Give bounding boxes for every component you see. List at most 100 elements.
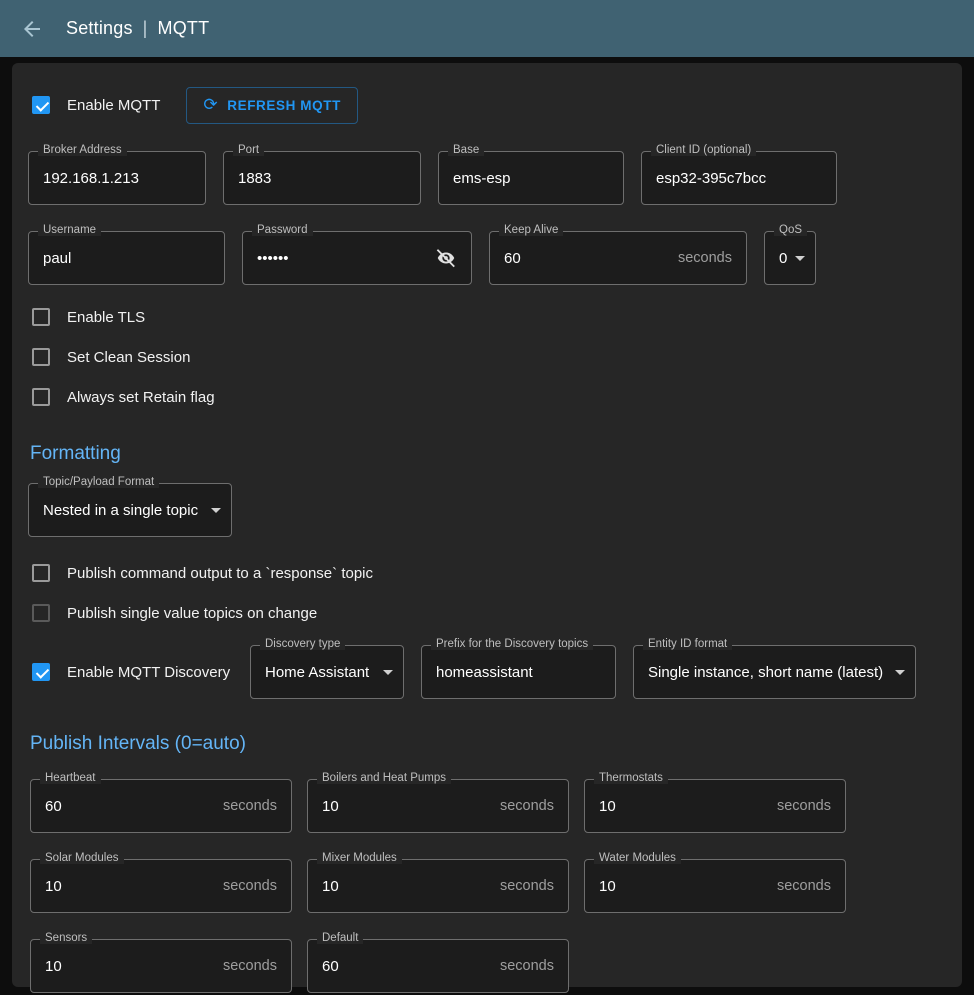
interval-water-value: 10 <box>599 878 616 895</box>
keep-alive-value: 60 <box>504 250 521 267</box>
checkbox-unchecked-icon[interactable] <box>32 604 50 622</box>
retain-flag-label: Always set Retain flag <box>67 389 215 406</box>
chevron-down-icon <box>383 670 393 675</box>
arrow-left-icon <box>20 17 44 41</box>
discovery-type-select[interactable]: Discovery type Home Assistant <box>250 645 404 699</box>
checkbox-unchecked-icon[interactable] <box>32 388 50 406</box>
seconds-suffix: seconds <box>767 798 831 814</box>
discovery-prefix-value: homeassistant <box>436 664 533 681</box>
username-field[interactable]: Username paul <box>28 231 225 285</box>
enable-mqtt-discovery-label: Enable MQTT Discovery <box>67 664 230 681</box>
publish-single-value-label: Publish single value topics on change <box>67 605 317 622</box>
discovery-fields: Discovery type Home Assistant Prefix for… <box>250 645 916 699</box>
client-id-field[interactable]: Client ID (optional) esp32-395c7bcc <box>641 151 837 205</box>
qos-value: 0 <box>779 250 787 267</box>
interval-water-field[interactable]: Water Modules 10 seconds <box>584 859 846 913</box>
checkbox-unchecked-icon[interactable] <box>32 348 50 366</box>
interval-solar-field[interactable]: Solar Modules 10 seconds <box>30 859 292 913</box>
chevron-down-icon <box>211 508 221 513</box>
base-value: ems-esp <box>453 170 511 187</box>
formatting-heading: Formatting <box>28 443 946 465</box>
topic-payload-format-label: Topic/Payload Format <box>38 476 159 488</box>
interval-thermostats-field[interactable]: Thermostats 10 seconds <box>584 779 846 833</box>
base-label: Base <box>448 144 484 156</box>
interval-default-value: 60 <box>322 958 339 975</box>
interval-solar-value: 10 <box>45 878 62 895</box>
username-label: Username <box>38 224 101 236</box>
broker-address-value: 192.168.1.213 <box>43 170 139 187</box>
interval-sensors-field[interactable]: Sensors 10 seconds <box>30 939 292 993</box>
publish-single-value-checkbox[interactable]: Publish single value topics on change <box>28 593 946 633</box>
seconds-suffix: seconds <box>213 878 277 894</box>
checkbox-unchecked-icon[interactable] <box>32 564 50 582</box>
interval-sensors-label: Sensors <box>40 932 92 944</box>
topic-format-row: Topic/Payload Format Nested in a single … <box>28 483 946 537</box>
interval-heartbeat-field[interactable]: Heartbeat 60 seconds <box>30 779 292 833</box>
back-button[interactable] <box>18 15 46 43</box>
publish-response-label: Publish command output to a `response` t… <box>67 565 373 582</box>
breadcrumb: Settings | MQTT <box>66 18 209 39</box>
discovery-row: Enable MQTT Discovery Discovery type Hom… <box>28 645 946 699</box>
checkbox-unchecked-icon[interactable] <box>32 308 50 326</box>
publish-intervals-heading: Publish Intervals (0=auto) <box>28 733 946 755</box>
keep-alive-label: Keep Alive <box>499 224 563 236</box>
interval-boilers-value: 10 <box>322 798 339 815</box>
page-title: MQTT <box>158 18 210 39</box>
publish-intervals-grid: Heartbeat 60 seconds Boilers and Heat Pu… <box>28 779 946 993</box>
enable-mqtt-checkbox[interactable]: Enable MQTT <box>28 85 160 125</box>
chevron-down-icon <box>795 256 805 261</box>
checkbox-checked-icon[interactable] <box>32 663 50 681</box>
port-value: 1883 <box>238 170 271 187</box>
broker-address-label: Broker Address <box>38 144 127 156</box>
seconds-suffix: seconds <box>490 958 554 974</box>
qos-select[interactable]: QoS 0 <box>764 231 816 285</box>
enable-mqtt-discovery-checkbox[interactable]: Enable MQTT Discovery <box>28 652 250 692</box>
discovery-prefix-label: Prefix for the Discovery topics <box>431 638 593 650</box>
interval-solar-label: Solar Modules <box>40 852 124 864</box>
enable-mqtt-row: Enable MQTT ⟳ REFRESH MQTT <box>28 85 946 125</box>
breadcrumb-settings[interactable]: Settings <box>66 18 133 39</box>
interval-heartbeat-value: 60 <box>45 798 62 815</box>
interval-boilers-field[interactable]: Boilers and Heat Pumps 10 seconds <box>307 779 569 833</box>
seconds-suffix: seconds <box>767 878 831 894</box>
seconds-suffix: seconds <box>213 958 277 974</box>
interval-mixer-field[interactable]: Mixer Modules 10 seconds <box>307 859 569 913</box>
chevron-down-icon <box>895 670 905 675</box>
eye-off-icon <box>435 247 457 269</box>
interval-sensors-value: 10 <box>45 958 62 975</box>
toggle-password-visibility-button[interactable] <box>435 247 457 269</box>
publish-response-checkbox[interactable]: Publish command output to a `response` t… <box>28 553 946 593</box>
credentials-fields-row: Username paul Password •••••• Keep Alive… <box>28 231 946 285</box>
refresh-mqtt-button[interactable]: ⟳ REFRESH MQTT <box>186 87 358 124</box>
base-field[interactable]: Base ems-esp <box>438 151 624 205</box>
breadcrumb-separator: | <box>143 18 148 39</box>
interval-boilers-label: Boilers and Heat Pumps <box>317 772 451 784</box>
interval-thermostats-value: 10 <box>599 798 616 815</box>
app-bar: Settings | MQTT <box>0 0 974 57</box>
interval-water-label: Water Modules <box>594 852 681 864</box>
enable-tls-checkbox[interactable]: Enable TLS <box>28 297 946 337</box>
refresh-icon: ⟳ <box>203 96 218 113</box>
retain-flag-checkbox[interactable]: Always set Retain flag <box>28 377 946 417</box>
password-field[interactable]: Password •••••• <box>242 231 472 285</box>
set-clean-session-checkbox[interactable]: Set Clean Session <box>28 337 946 377</box>
interval-default-field[interactable]: Default 60 seconds <box>307 939 569 993</box>
discovery-type-label: Discovery type <box>260 638 345 650</box>
options-checkbox-group: Enable TLS Set Clean Session Always set … <box>28 297 946 417</box>
interval-heartbeat-label: Heartbeat <box>40 772 101 784</box>
entity-id-format-select[interactable]: Entity ID format Single instance, short … <box>633 645 916 699</box>
interval-thermostats-label: Thermostats <box>594 772 668 784</box>
checkbox-checked-icon[interactable] <box>32 96 50 114</box>
broker-address-field[interactable]: Broker Address 192.168.1.213 <box>28 151 206 205</box>
interval-mixer-label: Mixer Modules <box>317 852 402 864</box>
seconds-suffix: seconds <box>490 878 554 894</box>
keep-alive-field[interactable]: Keep Alive 60 seconds <box>489 231 747 285</box>
port-field[interactable]: Port 1883 <box>223 151 421 205</box>
discovery-type-value: Home Assistant <box>265 664 369 681</box>
interval-mixer-value: 10 <box>322 878 339 895</box>
refresh-mqtt-label: REFRESH MQTT <box>227 98 341 113</box>
topic-payload-format-select[interactable]: Topic/Payload Format Nested in a single … <box>28 483 232 537</box>
set-clean-session-label: Set Clean Session <box>67 349 190 366</box>
discovery-prefix-field[interactable]: Prefix for the Discovery topics homeassi… <box>421 645 616 699</box>
publish-options-group: Publish command output to a `response` t… <box>28 553 946 633</box>
